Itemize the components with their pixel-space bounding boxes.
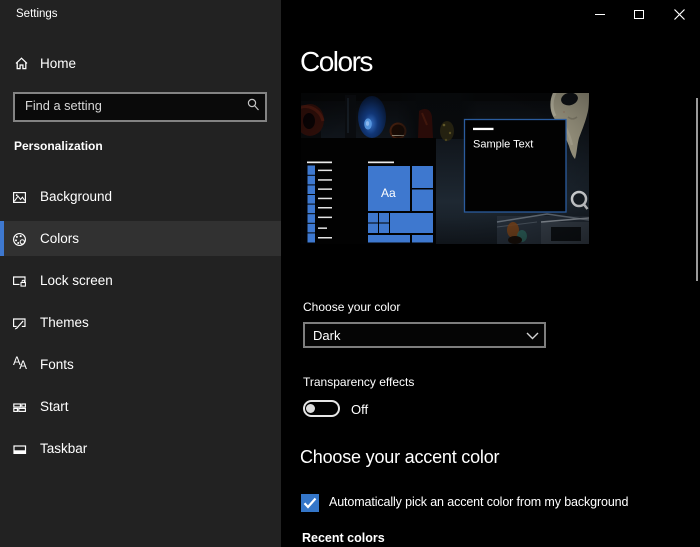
svg-text:Sample Text: Sample Text: [473, 139, 533, 151]
svg-text:Aa: Aa: [381, 186, 396, 200]
